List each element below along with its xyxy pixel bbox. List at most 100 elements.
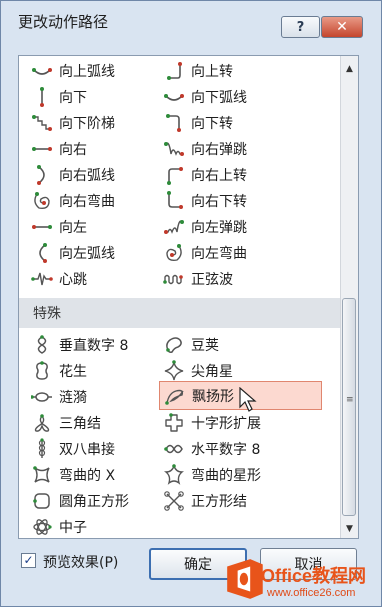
stairs-down-icon: [31, 112, 53, 134]
grip-icon: ≡: [346, 395, 354, 405]
path-label: 三角结: [59, 416, 101, 432]
path-item-turn-down[interactable]: 向下转: [163, 110, 233, 136]
path-label: 向左弧线: [59, 246, 115, 262]
path-item-right[interactable]: 向右: [31, 136, 87, 162]
turn-up-icon: [163, 60, 185, 82]
path-label: 向左弯曲: [191, 246, 247, 262]
path-label: 花生: [59, 364, 87, 380]
plus-expand-icon: [163, 412, 185, 434]
path-item-double-eight[interactable]: 双八串接: [31, 436, 115, 462]
path-item-peanut[interactable]: 花生: [31, 358, 87, 384]
category-header-special: 特殊: [19, 298, 341, 328]
path-label: 正弦波: [191, 272, 233, 288]
curvy-left-icon: [163, 242, 185, 264]
path-item-arc-right[interactable]: 向右弧线: [31, 162, 115, 188]
path-label: 弯曲的星形: [191, 468, 261, 484]
path-item-curvy-left[interactable]: 向左弯曲: [163, 240, 247, 266]
sine-wave-icon: [163, 268, 185, 290]
path-item-curvy-star[interactable]: 弯曲的星形: [163, 462, 261, 488]
watermark: Office教程网 www.office26.com: [221, 556, 381, 606]
scroll-down-arrow-icon[interactable]: ▼: [341, 520, 358, 537]
path-item-figure-8-horizontal[interactable]: 水平数字 8: [163, 436, 260, 462]
path-item-square-knot[interactable]: 正方形结: [163, 488, 247, 514]
left-icon: [31, 216, 53, 238]
path-item-neutron[interactable]: 中子: [31, 514, 87, 538]
path-label: 弯曲的 X: [59, 468, 116, 484]
path-label: 向右弹跳: [191, 142, 247, 158]
path-item-down[interactable]: 向下: [31, 84, 87, 110]
square-knot-icon: [163, 490, 185, 512]
path-item-arc-down[interactable]: 向下弧线: [163, 84, 247, 110]
path-label: 向上转: [191, 64, 233, 80]
path-label: 水平数字 8: [191, 442, 261, 458]
rounded-square-icon: [31, 490, 53, 512]
path-label: 向下弧线: [191, 90, 247, 106]
motion-path-list[interactable]: 向上弧线 向上转 向下 向下弧线 向下阶梯 向下转 向右 向右弹跳 向右弧线 向…: [18, 55, 359, 539]
path-item-bean[interactable]: 豆荚: [163, 332, 219, 358]
swoosh-icon: [164, 385, 186, 407]
path-label: 尖角星: [191, 364, 233, 380]
path-item-turn-up[interactable]: 向上转: [163, 58, 233, 84]
path-label: 飘扬形: [192, 388, 234, 405]
preview-checkbox[interactable]: ✓: [21, 553, 36, 568]
path-item-turn-down-right[interactable]: 向右下转: [163, 188, 247, 214]
close-button[interactable]: ✕: [321, 16, 363, 38]
path-item-arc-left[interactable]: 向左弧线: [31, 240, 115, 266]
arc-down-icon: [163, 86, 185, 108]
path-item-figure-8-vertical[interactable]: 垂直数字 8: [31, 332, 128, 358]
help-button[interactable]: ?: [281, 16, 320, 38]
path-item-bounce-left[interactable]: 向左弹跳: [163, 214, 247, 240]
path-item-curvy-x[interactable]: 弯曲的 X: [31, 462, 115, 488]
path-item-stairs-down[interactable]: 向下阶梯: [31, 110, 115, 136]
trefoil-knot-icon: [31, 412, 53, 434]
path-item-arc-up[interactable]: 向上弧线: [31, 58, 115, 84]
path-item-rounded-square[interactable]: 圆角正方形: [31, 488, 129, 514]
pointy-star-icon: [163, 360, 185, 382]
change-motion-path-dialog: 更改动作路径 ? ✕ 向上弧线 向上转 向下 向下弧线 向下阶梯 向下转 向右 …: [0, 0, 382, 607]
scroll-up-arrow-icon[interactable]: ▲: [341, 60, 358, 77]
path-item-turn-up-right[interactable]: 向右上转: [163, 162, 247, 188]
path-label: 豆荚: [191, 338, 219, 354]
title-bar: 更改动作路径 ? ✕: [1, 1, 381, 39]
right-icon: [31, 138, 53, 160]
preview-label: 预览效果(P): [43, 555, 119, 571]
turn-up-right-icon: [163, 164, 185, 186]
turn-down-right-icon: [163, 190, 185, 212]
watermark-brand: Office教程网: [261, 566, 367, 586]
ripple-icon: [31, 386, 53, 408]
path-label: 双八串接: [59, 442, 115, 458]
path-label: 十字形扩展: [191, 416, 261, 432]
figure-8-horizontal-icon: [163, 438, 185, 460]
heartbeat-icon: [31, 268, 53, 290]
curvy-star-icon: [163, 464, 185, 486]
path-item-bounce-right[interactable]: 向右弹跳: [163, 136, 247, 162]
path-item-left[interactable]: 向左: [31, 214, 87, 240]
figure-8-vertical-icon: [31, 334, 53, 356]
path-label: 中子: [59, 520, 87, 536]
path-label: 向下: [59, 90, 87, 106]
path-item-curvy-right[interactable]: 向右弯曲: [31, 188, 115, 214]
curvy-right-icon: [31, 190, 53, 212]
path-item-ripple[interactable]: 涟漪: [31, 384, 87, 410]
arc-right-icon: [31, 164, 53, 186]
bounce-left-icon: [163, 216, 185, 238]
path-label: 向右弯曲: [59, 194, 115, 210]
scrollbar-thumb[interactable]: ≡: [342, 298, 356, 516]
path-item-trefoil-knot[interactable]: 三角结: [31, 410, 101, 436]
watermark-url: www.office26.com: [267, 587, 356, 599]
vertical-scrollbar[interactable]: ▲ ≡ ▼: [340, 56, 358, 538]
bounce-right-icon: [163, 138, 185, 160]
arc-left-icon: [31, 242, 53, 264]
path-label: 向右: [59, 142, 87, 158]
path-label: 心跳: [59, 272, 87, 288]
mouse-pointer-icon: [239, 387, 257, 412]
path-label: 向上弧线: [59, 64, 115, 80]
bean-icon: [163, 334, 185, 356]
dialog-title: 更改动作路径: [18, 13, 109, 31]
neutron-icon: [31, 516, 53, 538]
path-item-sine-wave[interactable]: 正弦波: [163, 266, 233, 292]
arc-up-icon: [31, 60, 53, 82]
path-label: 圆角正方形: [59, 494, 129, 510]
path-item-heartbeat[interactable]: 心跳: [31, 266, 87, 292]
path-label: 向下转: [191, 116, 233, 132]
